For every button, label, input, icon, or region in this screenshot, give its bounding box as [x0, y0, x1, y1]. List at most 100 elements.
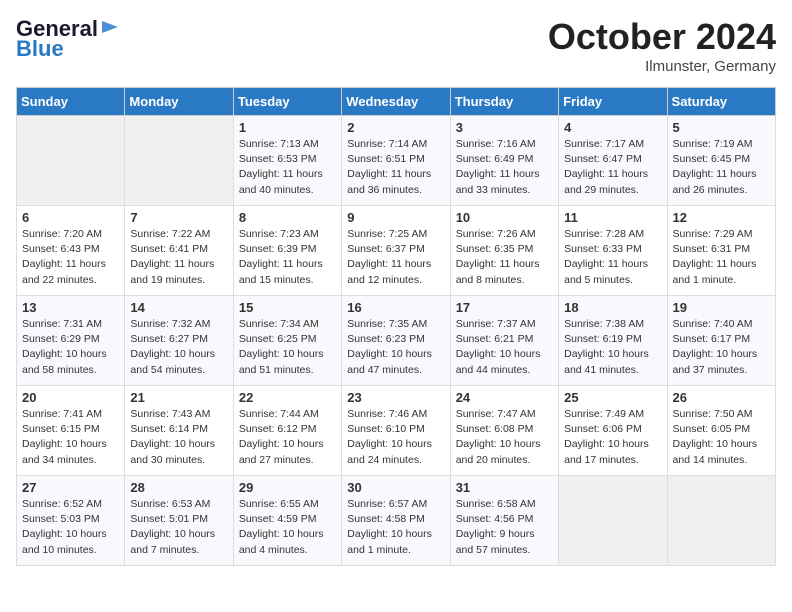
calendar-day-cell: 17 Sunrise: 7:37 AM Sunset: 6:21 PM Dayli… [450, 296, 558, 386]
day-detail: Sunrise: 7:35 AM Sunset: 6:23 PM Dayligh… [347, 317, 444, 378]
calendar-day-cell: 26 Sunrise: 7:50 AM Sunset: 6:05 PM Dayli… [667, 386, 775, 476]
day-detail: Sunrise: 7:34 AM Sunset: 6:25 PM Dayligh… [239, 317, 336, 378]
day-detail: Sunrise: 7:22 AM Sunset: 6:41 PM Dayligh… [130, 227, 227, 288]
logo: General Blue [16, 16, 120, 62]
day-number: 17 [456, 300, 553, 315]
calendar-day-cell: 30 Sunrise: 6:57 AM Sunset: 4:58 PM Dayli… [342, 476, 450, 566]
day-detail: Sunrise: 7:31 AM Sunset: 6:29 PM Dayligh… [22, 317, 119, 378]
calendar-day-cell: 14 Sunrise: 7:32 AM Sunset: 6:27 PM Dayli… [125, 296, 233, 386]
day-number: 4 [564, 120, 661, 135]
calendar-week-row: 27Sunrise: 6:52 AM Sunset: 5:03 PM Dayli… [17, 476, 776, 566]
calendar-day-cell: 19 Sunrise: 7:40 AM Sunset: 6:17 PM Dayli… [667, 296, 775, 386]
day-detail: Sunrise: 7:26 AM Sunset: 6:35 PM Dayligh… [456, 227, 553, 288]
calendar-day-cell: 25Sunrise: 7:49 AM Sunset: 6:06 PM Dayli… [559, 386, 667, 476]
calendar-table: SundayMondayTuesdayWednesdayThursdayFrid… [16, 87, 776, 566]
day-detail: Sunrise: 7:41 AM Sunset: 6:15 PM Dayligh… [22, 407, 119, 468]
day-detail: Sunrise: 6:55 AM Sunset: 4:59 PM Dayligh… [239, 497, 336, 558]
day-number: 23 [347, 390, 444, 405]
month-title: October 2024 [548, 16, 776, 58]
day-detail: Sunrise: 6:52 AM Sunset: 5:03 PM Dayligh… [22, 497, 119, 558]
calendar-day-cell: 22Sunrise: 7:44 AM Sunset: 6:12 PM Dayli… [233, 386, 341, 476]
day-detail: Sunrise: 7:20 AM Sunset: 6:43 PM Dayligh… [22, 227, 119, 288]
calendar-day-cell [17, 116, 125, 206]
calendar-day-cell: 6Sunrise: 7:20 AM Sunset: 6:43 PM Daylig… [17, 206, 125, 296]
day-detail: Sunrise: 7:37 AM Sunset: 6:21 PM Dayligh… [456, 317, 553, 378]
calendar-day-cell: 29 Sunrise: 6:55 AM Sunset: 4:59 PM Dayli… [233, 476, 341, 566]
weekday-header-cell: Sunday [17, 88, 125, 116]
day-detail: Sunrise: 7:29 AM Sunset: 6:31 PM Dayligh… [673, 227, 770, 288]
calendar-day-cell: 16Sunrise: 7:35 AM Sunset: 6:23 PM Dayli… [342, 296, 450, 386]
day-number: 9 [347, 210, 444, 225]
day-number: 14 [130, 300, 227, 315]
calendar-day-cell: 20 Sunrise: 7:41 AM Sunset: 6:15 PM Dayli… [17, 386, 125, 476]
day-number: 18 [564, 300, 661, 315]
calendar-day-cell: 7 Sunrise: 7:22 AM Sunset: 6:41 PM Daylig… [125, 206, 233, 296]
day-number: 2 [347, 120, 444, 135]
day-detail: Sunrise: 7:14 AM Sunset: 6:51 PM Dayligh… [347, 137, 444, 198]
calendar-week-row: 20 Sunrise: 7:41 AM Sunset: 6:15 PM Dayli… [17, 386, 776, 476]
day-detail: Sunrise: 7:50 AM Sunset: 6:05 PM Dayligh… [673, 407, 770, 468]
day-detail: Sunrise: 7:32 AM Sunset: 6:27 PM Dayligh… [130, 317, 227, 378]
calendar-day-cell: 31Sunrise: 6:58 AM Sunset: 4:56 PM Dayli… [450, 476, 558, 566]
weekday-header-cell: Thursday [450, 88, 558, 116]
day-number: 28 [130, 480, 227, 495]
day-number: 11 [564, 210, 661, 225]
calendar-week-row: 13 Sunrise: 7:31 AM Sunset: 6:29 PM Dayli… [17, 296, 776, 386]
calendar-day-cell: 24Sunrise: 7:47 AM Sunset: 6:08 PM Dayli… [450, 386, 558, 476]
day-number: 20 [22, 390, 119, 405]
day-number: 10 [456, 210, 553, 225]
day-number: 22 [239, 390, 336, 405]
logo-arrow-icon [100, 17, 120, 37]
day-number: 30 [347, 480, 444, 495]
calendar-day-cell: 21Sunrise: 7:43 AM Sunset: 6:14 PM Dayli… [125, 386, 233, 476]
day-number: 7 [130, 210, 227, 225]
calendar-day-cell: 12 Sunrise: 7:29 AM Sunset: 6:31 PM Dayli… [667, 206, 775, 296]
calendar-day-cell: 10 Sunrise: 7:26 AM Sunset: 6:35 PM Dayli… [450, 206, 558, 296]
day-number: 8 [239, 210, 336, 225]
day-detail: Sunrise: 7:40 AM Sunset: 6:17 PM Dayligh… [673, 317, 770, 378]
day-detail: Sunrise: 7:28 AM Sunset: 6:33 PM Dayligh… [564, 227, 661, 288]
calendar-week-row: 6Sunrise: 7:20 AM Sunset: 6:43 PM Daylig… [17, 206, 776, 296]
day-detail: Sunrise: 7:17 AM Sunset: 6:47 PM Dayligh… [564, 137, 661, 198]
day-number: 19 [673, 300, 770, 315]
calendar-day-cell: 5Sunrise: 7:19 AM Sunset: 6:45 PM Daylig… [667, 116, 775, 206]
day-number: 29 [239, 480, 336, 495]
day-detail: Sunrise: 7:23 AM Sunset: 6:39 PM Dayligh… [239, 227, 336, 288]
calendar-body: 1Sunrise: 7:13 AM Sunset: 6:53 PM Daylig… [17, 116, 776, 566]
page-header: General Blue October 2024 Ilmunster, Ger… [16, 16, 776, 75]
day-number: 12 [673, 210, 770, 225]
calendar-day-cell: 8 Sunrise: 7:23 AM Sunset: 6:39 PM Daylig… [233, 206, 341, 296]
calendar-day-cell: 11 Sunrise: 7:28 AM Sunset: 6:33 PM Dayli… [559, 206, 667, 296]
calendar-day-cell [667, 476, 775, 566]
title-area: October 2024 Ilmunster, Germany [548, 16, 776, 75]
calendar-day-cell: 13 Sunrise: 7:31 AM Sunset: 6:29 PM Dayli… [17, 296, 125, 386]
weekday-header-cell: Monday [125, 88, 233, 116]
day-detail: Sunrise: 6:57 AM Sunset: 4:58 PM Dayligh… [347, 497, 444, 558]
calendar-day-cell: 15 Sunrise: 7:34 AM Sunset: 6:25 PM Dayli… [233, 296, 341, 386]
day-detail: Sunrise: 6:58 AM Sunset: 4:56 PM Dayligh… [456, 497, 553, 558]
day-number: 15 [239, 300, 336, 315]
day-detail: Sunrise: 7:13 AM Sunset: 6:53 PM Dayligh… [239, 137, 336, 198]
calendar-day-cell: 3 Sunrise: 7:16 AM Sunset: 6:49 PM Daylig… [450, 116, 558, 206]
day-detail: Sunrise: 7:16 AM Sunset: 6:49 PM Dayligh… [456, 137, 553, 198]
day-detail: Sunrise: 7:19 AM Sunset: 6:45 PM Dayligh… [673, 137, 770, 198]
day-detail: Sunrise: 7:47 AM Sunset: 6:08 PM Dayligh… [456, 407, 553, 468]
calendar-day-cell: 4 Sunrise: 7:17 AM Sunset: 6:47 PM Daylig… [559, 116, 667, 206]
day-detail: Sunrise: 7:43 AM Sunset: 6:14 PM Dayligh… [130, 407, 227, 468]
weekday-header-cell: Saturday [667, 88, 775, 116]
day-number: 13 [22, 300, 119, 315]
calendar-day-cell: 23 Sunrise: 7:46 AM Sunset: 6:10 PM Dayli… [342, 386, 450, 476]
calendar-day-cell: 18Sunrise: 7:38 AM Sunset: 6:19 PM Dayli… [559, 296, 667, 386]
calendar-day-cell: 2 Sunrise: 7:14 AM Sunset: 6:51 PM Daylig… [342, 116, 450, 206]
calendar-day-cell: 9 Sunrise: 7:25 AM Sunset: 6:37 PM Daylig… [342, 206, 450, 296]
location: Ilmunster, Germany [548, 58, 776, 75]
day-detail: Sunrise: 7:46 AM Sunset: 6:10 PM Dayligh… [347, 407, 444, 468]
weekday-header-cell: Friday [559, 88, 667, 116]
weekday-header-row: SundayMondayTuesdayWednesdayThursdayFrid… [17, 88, 776, 116]
calendar-day-cell: 27Sunrise: 6:52 AM Sunset: 5:03 PM Dayli… [17, 476, 125, 566]
day-number: 26 [673, 390, 770, 405]
day-number: 3 [456, 120, 553, 135]
day-detail: Sunrise: 6:53 AM Sunset: 5:01 PM Dayligh… [130, 497, 227, 558]
weekday-header-cell: Wednesday [342, 88, 450, 116]
day-detail: Sunrise: 7:25 AM Sunset: 6:37 PM Dayligh… [347, 227, 444, 288]
